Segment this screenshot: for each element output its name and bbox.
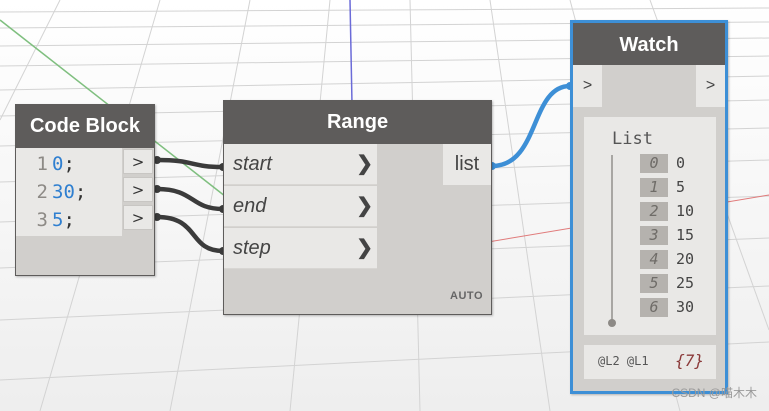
- list-item: 3 15: [640, 226, 694, 245]
- list-index: 2: [640, 202, 668, 221]
- chevron-right-icon: ❯: [356, 195, 373, 217]
- watch-output-port[interactable]: >: [696, 65, 725, 107]
- chevron-right-icon: ❯: [356, 153, 373, 175]
- input-port-start[interactable]: start ❯: [224, 144, 377, 185]
- code-line-1[interactable]: 1 0;: [16, 150, 75, 178]
- line-number: 1: [36, 153, 48, 175]
- list-value: 25: [676, 274, 695, 292]
- line-number: 2: [36, 181, 48, 203]
- list-index: 6: [640, 298, 668, 317]
- code-line-3[interactable]: 3 5;: [16, 206, 75, 234]
- code-text[interactable]: 30: [48, 181, 75, 203]
- list-item: 2 10: [640, 202, 694, 221]
- code-line-2[interactable]: 2 30;: [16, 178, 87, 206]
- range-node[interactable]: Range start ❯ end ❯ step ❯ list AUTO: [223, 100, 492, 315]
- code-text[interactable]: 0: [48, 153, 63, 175]
- list-index: 4: [640, 250, 668, 269]
- line-number: 3: [36, 209, 48, 231]
- code-block-node[interactable]: Code Block 1 0; 2 30; 3 5; > > >: [15, 104, 155, 276]
- code-output-port-3[interactable]: >: [123, 205, 153, 230]
- list-value: 15: [676, 226, 695, 244]
- port-label: end: [233, 195, 267, 217]
- list-index: 1: [640, 178, 668, 197]
- code-semicolon: ;: [74, 181, 87, 203]
- watch-preview: List 00 15 2 10 3 15 4 20 5 25 6 30: [584, 117, 716, 335]
- tree-line: [611, 155, 613, 321]
- list-item: 15: [640, 178, 685, 197]
- code-semicolon: ;: [63, 209, 75, 231]
- range-title[interactable]: Range: [224, 101, 491, 144]
- list-item: 5 25: [640, 274, 694, 293]
- watch-footer: @L2 @L1 {7}: [584, 345, 716, 379]
- lacing-indicator[interactable]: AUTO: [450, 290, 483, 302]
- code-semicolon: ;: [63, 153, 75, 175]
- list-value: 10: [676, 202, 695, 220]
- tree-end-dot: [608, 319, 616, 327]
- code-output-port-2[interactable]: >: [123, 177, 153, 202]
- code-editor[interactable]: 1 0; 2 30; 3 5;: [16, 148, 122, 236]
- watch-title[interactable]: Watch: [573, 23, 725, 65]
- list-item: 00: [640, 154, 685, 173]
- chevron-right-icon: ❯: [356, 237, 373, 259]
- item-count: {7}: [675, 351, 704, 370]
- code-output-port-1[interactable]: >: [123, 149, 153, 174]
- code-block-title[interactable]: Code Block: [16, 105, 154, 148]
- port-label: start: [233, 153, 272, 175]
- watermark: CSDN @喵木木: [671, 386, 757, 400]
- watch-node[interactable]: Watch > > List 00 15 2 10 3 15 4 20 5 25 6 30…: [570, 20, 728, 394]
- watch-input-port[interactable]: >: [573, 65, 602, 107]
- list-value: 0: [676, 154, 686, 172]
- list-item: 6 30: [640, 298, 694, 317]
- input-port-step[interactable]: step ❯: [224, 228, 377, 269]
- list-index: 3: [640, 226, 668, 245]
- list-value: 20: [676, 250, 695, 268]
- list-item: 4 20: [640, 250, 694, 269]
- list-value: 5: [676, 178, 686, 196]
- list-value: 30: [676, 298, 695, 316]
- output-port-list[interactable]: list: [443, 144, 491, 185]
- list-index: 0: [640, 154, 668, 173]
- list-levels[interactable]: @L2 @L1: [598, 354, 649, 368]
- input-port-end[interactable]: end ❯: [224, 186, 377, 227]
- list-label: List: [612, 129, 653, 149]
- code-text[interactable]: 5: [48, 209, 63, 231]
- port-label: step: [233, 237, 271, 259]
- list-index: 5: [640, 274, 668, 293]
